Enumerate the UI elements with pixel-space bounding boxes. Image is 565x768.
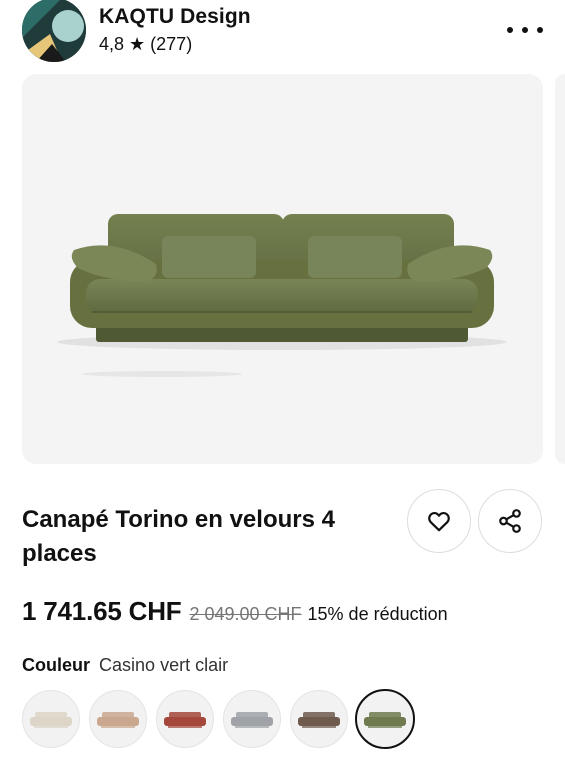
current-price: 1 741.65 CHF	[22, 596, 182, 626]
sofa-thumbnail	[164, 712, 206, 728]
sofa-thumbnail	[231, 712, 273, 728]
sofa-thumbnail	[364, 712, 406, 728]
color-swatches	[22, 689, 422, 750]
color-selection-label: Couleur Casino vert clair	[22, 655, 228, 676]
favorite-button[interactable]	[407, 489, 471, 553]
shop-header: KAQTU Design 4,8 ★ (277)	[0, 0, 565, 72]
color-swatch-grey[interactable]	[223, 690, 281, 748]
sofa-thumbnail	[298, 712, 340, 728]
more-options-button[interactable]	[507, 18, 543, 42]
next-image-peek[interactable]	[555, 74, 565, 464]
color-value: Casino vert clair	[99, 655, 229, 675]
color-swatch-beige[interactable]	[89, 690, 147, 748]
more-dot	[522, 27, 528, 33]
share-button[interactable]	[478, 489, 542, 553]
shop-avatar[interactable]	[22, 0, 86, 62]
price-row: 1 741.65 CHF 2 049.00 CHF 15% de réducti…	[22, 596, 448, 630]
discount-label: 15% de réduction	[307, 604, 448, 624]
sofa-thumbnail	[97, 712, 139, 728]
color-label: Couleur	[22, 655, 91, 675]
shop-rating: 4,8 ★ (277)	[99, 34, 193, 54]
color-swatch-cream[interactable]	[22, 690, 80, 748]
sofa-thumbnail	[30, 712, 72, 728]
color-swatch-brown[interactable]	[290, 690, 348, 748]
color-swatch-light-green[interactable]	[355, 689, 415, 749]
product-image[interactable]	[22, 74, 543, 464]
shop-name[interactable]: KAQTU Design	[99, 5, 251, 29]
heart-icon	[428, 512, 450, 532]
sofa-illustration	[57, 214, 507, 377]
original-price: 2 049.00 CHF	[189, 604, 302, 624]
color-swatch-terracotta[interactable]	[156, 690, 214, 748]
more-horizontal-icon	[507, 27, 513, 33]
product-title: Canapé Torino en velours 4 places	[22, 506, 335, 567]
more-dot	[537, 27, 543, 33]
share-icon	[499, 509, 521, 533]
